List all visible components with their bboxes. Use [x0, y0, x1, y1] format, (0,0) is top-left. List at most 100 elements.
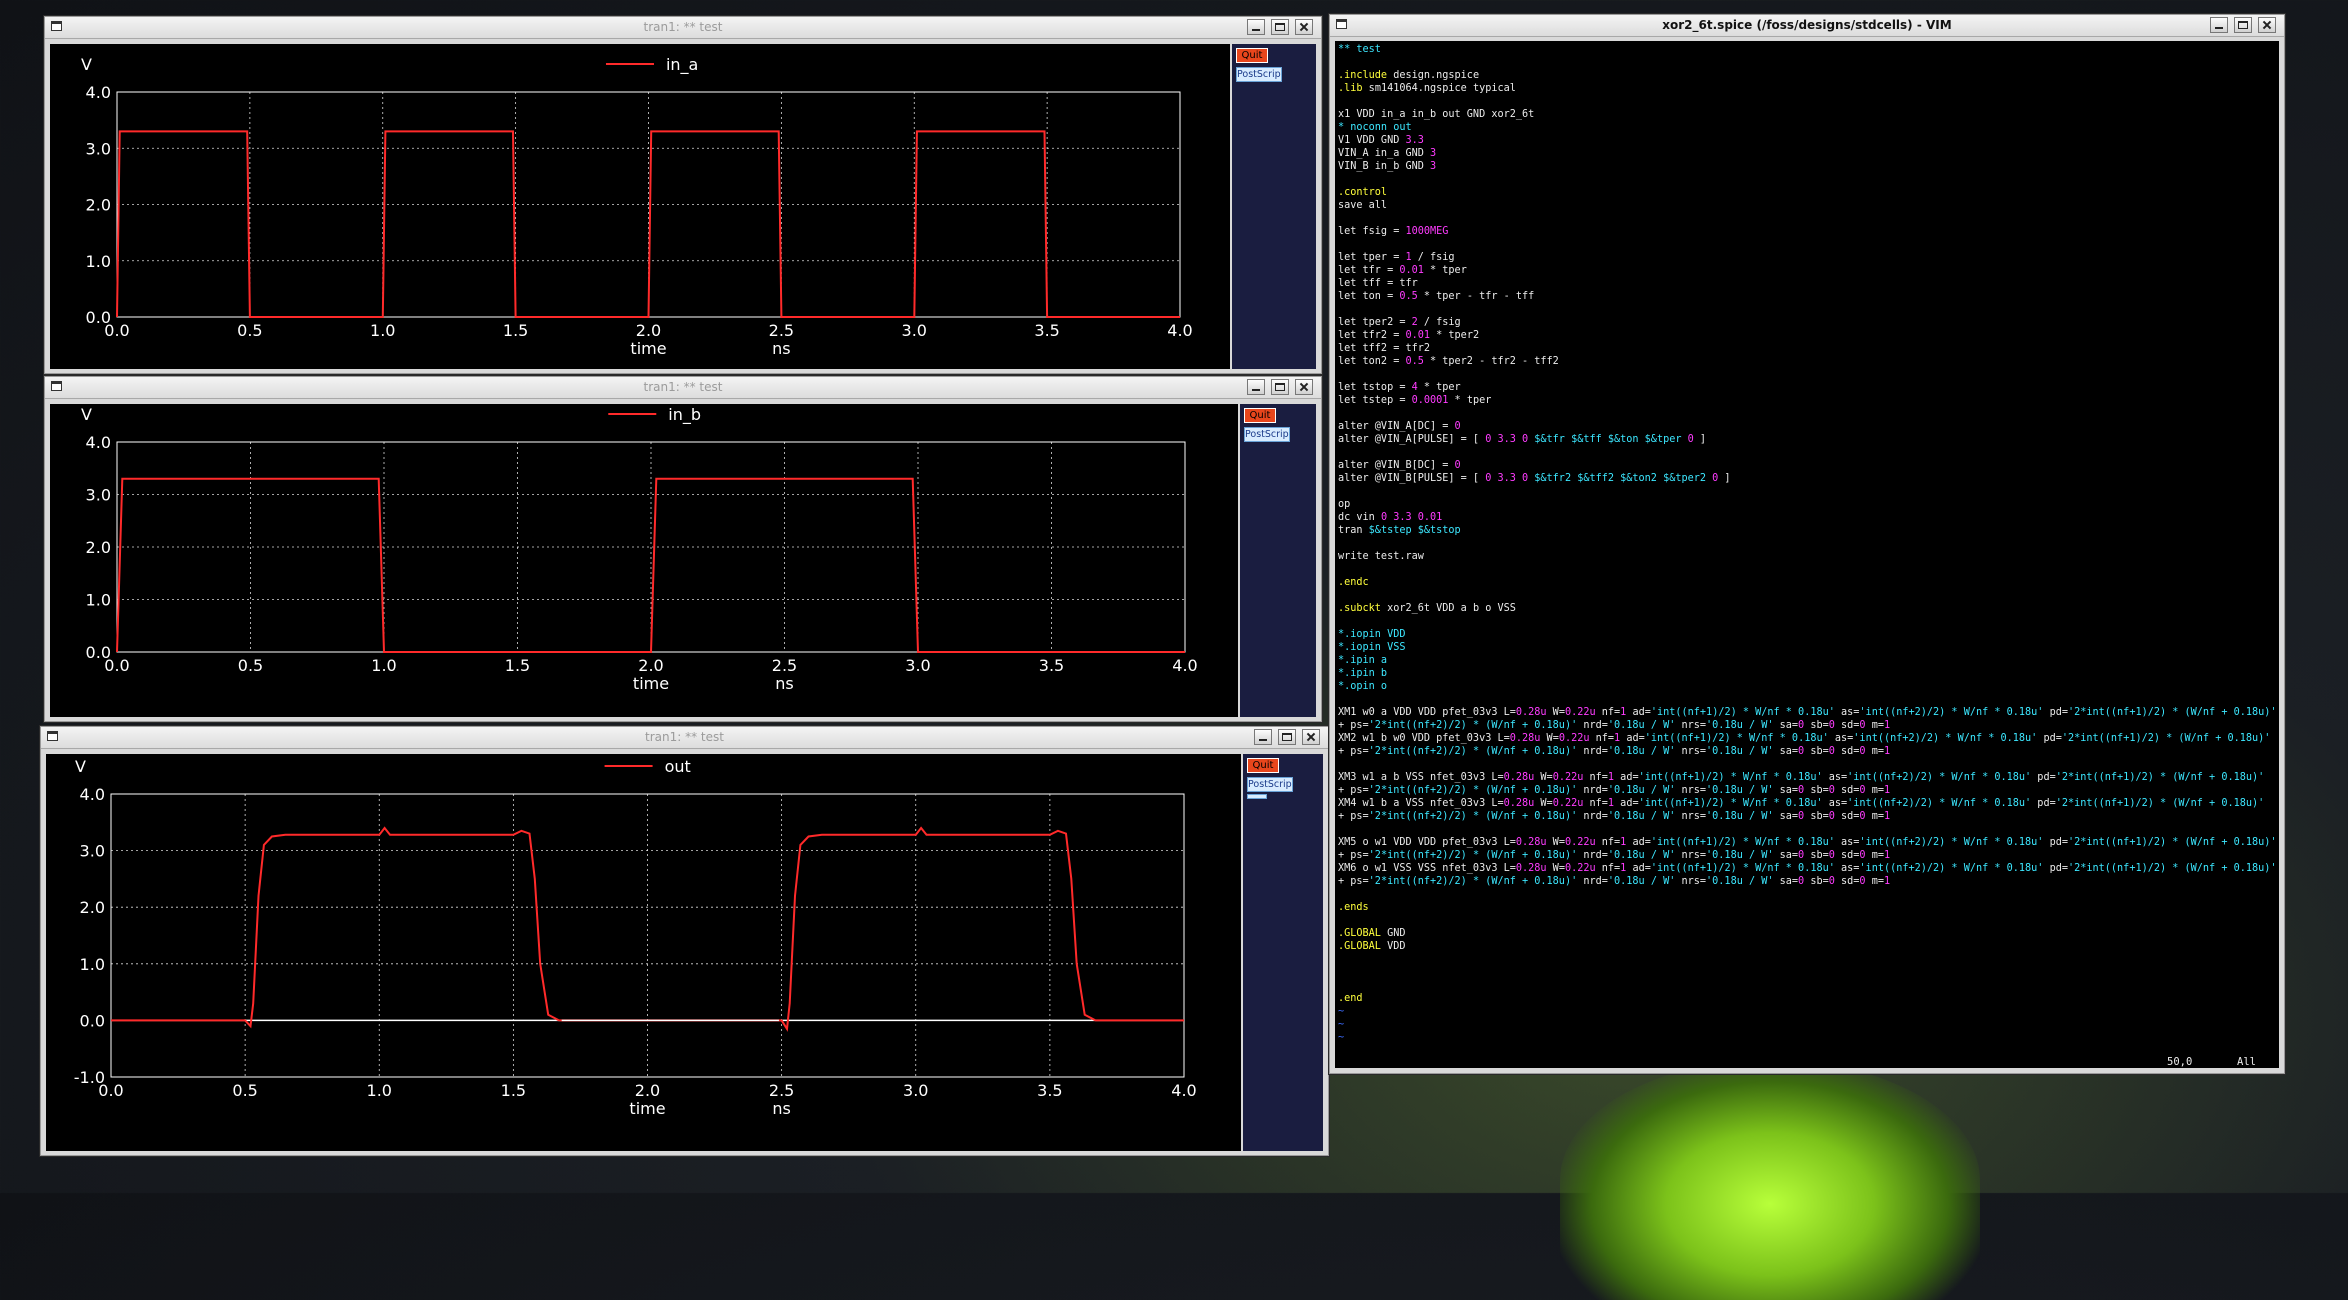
code-token: 0 — [1454, 460, 1461, 471]
y-tick-label: 1.0 — [86, 591, 111, 610]
code-line: alter @VIN_A[PULSE] = [ 0 3.3 0 $&tfr $&… — [1338, 433, 2277, 446]
code-line: let tff = tfr — [1338, 277, 2277, 290]
code-token: m= — [1865, 720, 1884, 731]
code-token: '0.18u / W' — [1706, 746, 1774, 757]
titlebar[interactable]: xor2_6t.spice (/foss/designs/stdcells) -… — [1330, 15, 2284, 37]
minimize-icon — [2211, 18, 2227, 32]
titlebar[interactable]: tran1: ** test — [45, 17, 1321, 39]
code-line: let tfr = 0.01 * tper — [1338, 264, 2277, 277]
code-token: .control — [1338, 187, 1388, 198]
close-button[interactable] — [1295, 379, 1313, 395]
code-token: sd= — [1834, 785, 1860, 796]
y-tick-label: 4.0 — [86, 83, 111, 102]
code-token: 1 — [1883, 811, 1891, 822]
postscript-button[interactable]: PostScript — [1236, 67, 1282, 82]
code-token: sd= — [1834, 720, 1860, 731]
code-token: 'int((nf+2)/2) * W/nf * 0.18u' — [1859, 837, 2044, 848]
code-line: + ps='2*int((nf+2)/2) * (W/nf + 0.18u)' … — [1338, 719, 2277, 732]
code-token: *.ipin a — [1338, 655, 1388, 666]
code-line: *.opin o — [1338, 680, 2277, 693]
postscript-button[interactable]: PostScript — [1244, 427, 1290, 442]
y-tick-label: 3.0 — [86, 139, 111, 158]
maximize-button[interactable] — [1278, 729, 1296, 745]
maximize-button[interactable] — [1271, 19, 1289, 35]
maximize-button[interactable] — [1271, 379, 1289, 395]
minimize-button[interactable] — [1247, 379, 1265, 395]
code-token: nrd= — [1577, 720, 1608, 731]
titlebar[interactable]: tran1: ** test — [45, 377, 1321, 399]
code-token: as= — [1834, 707, 1860, 718]
code-token: nrs= — [1675, 876, 1707, 887]
code-token: + ps= — [1338, 746, 1369, 757]
plot-area[interactable]: 0.0 0.5 1.0 1.5 2.0 2.5 3.0 3.5 4.0 0.0 1.0 2.0 3.0 4… — [50, 404, 1238, 717]
close-button[interactable] — [1295, 19, 1313, 35]
titlebar[interactable]: tran1: ** test — [41, 727, 1328, 749]
maximize-button[interactable] — [2234, 17, 2252, 33]
code-token: '2*int((nf+1)/2) * (W/nf + 0.18u)' — [2067, 863, 2277, 874]
code-token: .end — [1338, 993, 1363, 1004]
code-line: V1 VDD GND 3.3 — [1338, 134, 2277, 147]
side-panel: Quit PostScript — [1232, 44, 1316, 369]
close-button[interactable] — [1302, 729, 1320, 745]
code-line: tran $&tstep $&tstop — [1338, 524, 2277, 537]
minimize-button[interactable] — [1254, 729, 1272, 745]
code-line: *.iopin VDD — [1338, 628, 2277, 641]
code-line: let ton2 = 0.5 * tper2 - tfr2 - tff2 — [1338, 355, 2277, 368]
legend-label: in_a — [666, 55, 698, 75]
quit-button[interactable]: Quit — [1244, 408, 1276, 423]
y-tick-label: 0.0 — [86, 643, 111, 662]
code-token: ad= — [1626, 707, 1651, 718]
code-token: sb= — [1804, 811, 1829, 822]
code-token: 'int((nf+2)/2) * W/nf * 0.18u' — [1859, 707, 2044, 718]
minimize-button[interactable] — [1247, 19, 1265, 35]
quit-button[interactable]: Quit — [1236, 48, 1268, 63]
code-token: '0.18u / W' — [1706, 811, 1774, 822]
code-token: '0.18u / W' — [1607, 746, 1676, 757]
minimize-button[interactable] — [2210, 17, 2228, 33]
plot-area[interactable]: 0.0 0.5 1.0 1.5 2.0 2.5 3.0 3.5 4.0 0.0 1.0 2.0 3.0 4… — [50, 44, 1230, 369]
close-button[interactable] — [2258, 17, 2276, 33]
vim-buffer[interactable]: ** test .include design.ngspice .lib sm141… — [1338, 43, 2277, 1044]
code-token: + ps= — [1338, 811, 1369, 822]
plot-window-out: tran1: ** test 0.0 0.5 1.0 1.5 2.0 2.5 3.0 3.5 4… — [40, 726, 1329, 1156]
code-token: let tper2 = — [1338, 317, 1412, 328]
code-token: 'int((nf+1)/2) * W/nf * 0.18u' — [1644, 733, 1829, 744]
scroll-handle[interactable] — [1247, 794, 1267, 799]
code-token: sa= — [1773, 876, 1799, 887]
vim-editor-area[interactable]: ** test .include design.ngspice .lib sm141… — [1335, 41, 2279, 1068]
y-tick-label: 2.0 — [86, 538, 111, 557]
code-token: sb= — [1804, 746, 1829, 757]
quit-button[interactable]: Quit — [1247, 758, 1279, 773]
code-token: sa= — [1773, 746, 1799, 757]
code-line: ~ — [1338, 1018, 2277, 1031]
code-line: XM1 w0 a VDD VDD pfet_03v3 L=0.28u W=0.2… — [1338, 706, 2277, 719]
code-token: '2*int((nf+1)/2) * (W/nf + 0.18u)' — [2061, 733, 2271, 744]
postscript-button[interactable]: PostScript — [1247, 777, 1293, 792]
code-token: '0.18u / W' — [1607, 876, 1676, 887]
code-line: .control — [1338, 186, 2277, 199]
y-tick-label: 0.0 — [80, 1011, 105, 1030]
plot-area[interactable]: 0.0 0.5 1.0 1.5 2.0 2.5 3.0 3.5 4.0 -1.0 0.0 1.0 2.0… — [46, 754, 1241, 1151]
code-token: * tper2 - tfr2 - tff2 — [1423, 356, 1559, 367]
code-token: op — [1338, 499, 1351, 510]
code-line: x1 VDD in_a in_b out GND xor2_6t — [1338, 108, 2277, 121]
code-token: 0.22u — [1564, 707, 1596, 718]
side-panel: Quit PostScript — [1240, 404, 1316, 717]
code-token: 0.01 — [1399, 265, 1424, 276]
code-token: 0.22u — [1564, 863, 1596, 874]
code-token: *.ipin b — [1338, 668, 1388, 679]
code-token: let tfr = — [1338, 265, 1400, 276]
x-tick-label: 3.0 — [905, 656, 930, 675]
x-tick-label: 0.5 — [238, 656, 263, 675]
x-tick-label: 3.0 — [903, 1081, 928, 1100]
code-token: sa= — [1773, 850, 1799, 861]
code-token: pd= — [2031, 772, 2056, 783]
y-tick-label: 1.0 — [80, 955, 105, 974]
x-tick-label: 1.5 — [501, 1081, 526, 1100]
x-tick-label: 3.0 — [902, 321, 927, 340]
code-token: XM1 w0 a VDD VDD pfet_03v3 L= — [1338, 707, 1516, 718]
code-line: .ends — [1338, 901, 2277, 914]
code-token: 0.5 — [1405, 356, 1424, 367]
